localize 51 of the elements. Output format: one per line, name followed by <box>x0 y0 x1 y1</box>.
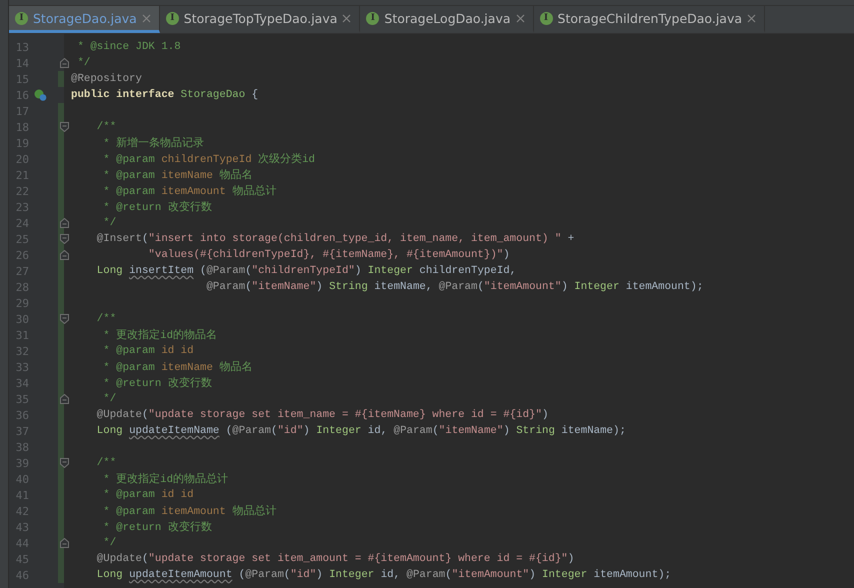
code-line: * @return 改变行数 <box>102 376 212 390</box>
code-line: @Update("update storage set item_amount = #{itemAmount} where id = #{id}") <box>96 553 574 565</box>
code-line: @Repository <box>71 73 142 85</box>
interface-icon: I <box>540 12 553 24</box>
close-icon[interactable] <box>142 14 151 22</box>
code-line: @Update("update storage set item_name = #{itemName} where id = #{id}") <box>96 409 548 421</box>
code-line: */ <box>102 217 116 229</box>
code-line: * @param itemName 物品名 <box>102 360 252 374</box>
fold-icon[interactable] <box>60 234 69 244</box>
editor-tab[interactable]: I StorageChildrenTypeDao.java <box>534 6 766 33</box>
code-line: * @param itemAmount 物品总计 <box>102 504 276 518</box>
code-line: * @param itemName 物品名 <box>102 168 252 182</box>
fold-icon[interactable] <box>60 58 69 68</box>
code-line: * @return 改变行数 <box>102 200 212 214</box>
close-icon[interactable] <box>516 14 525 22</box>
code-line: * @param id id <box>102 489 194 501</box>
code-line: * @return 改变行数 <box>102 520 212 534</box>
code-line: @Param("itemName") String itemName, @Param("itemAmount") Integer itemAmount); <box>205 281 704 293</box>
code-line: * 新增一条物品记录 <box>102 136 204 150</box>
code-line: */ <box>76 57 90 69</box>
code-line: * @since JDK 1.8 <box>76 41 181 53</box>
code-line: Long updateItemAmount (@Param("id") Integer id, @Param("itemAmount") Integer itemAmount); <box>96 569 672 581</box>
implemented-interface-icon[interactable] <box>34 89 46 101</box>
code-line: Long insertItem (@Param("childrenTypeId") Integer childrenTypeId, <box>96 265 516 277</box>
code-line: */ <box>102 537 116 549</box>
code-line: * 更改指定id的物品总计 <box>102 472 228 486</box>
code-line: Long updateItemName (@Param("id") Integer id, @Param("itemName") String itemName); <box>96 425 626 437</box>
fold-icon[interactable] <box>60 314 69 324</box>
interface-icon: I <box>15 12 28 24</box>
interface-icon: I <box>166 12 179 24</box>
fold-icon[interactable] <box>60 218 69 228</box>
interface-icon: I <box>366 12 380 24</box>
code-line: "values(#{childrenTypeId}, #{itemName}, #{itemAmount})") <box>147 249 510 261</box>
code-line: * @param childrenTypeId 次级分类id <box>102 152 316 166</box>
code-line: public interface StorageDao { <box>71 89 258 101</box>
close-icon[interactable] <box>747 14 756 22</box>
code-line: /** <box>96 457 116 469</box>
fold-icon[interactable] <box>60 250 69 260</box>
code-line: @Insert("insert into storage(children_type_id, item_name, item_amount) " + <box>96 233 574 245</box>
code-line: * @param id id <box>102 345 194 357</box>
code-line: */ <box>102 393 116 405</box>
fold-icon[interactable] <box>60 458 69 468</box>
fold-icon[interactable] <box>60 394 69 404</box>
editor-tab[interactable]: I StorageDao.java <box>9 6 160 33</box>
code-line: /** <box>96 313 116 325</box>
code-line: /** <box>96 121 116 133</box>
fold-icon[interactable] <box>60 538 69 548</box>
fold-icon[interactable] <box>60 122 69 132</box>
close-icon[interactable] <box>342 14 352 22</box>
code-line: * @param itemAmount 物品总计 <box>102 184 276 198</box>
code-line: * 更改指定id的物品名 <box>102 328 218 342</box>
